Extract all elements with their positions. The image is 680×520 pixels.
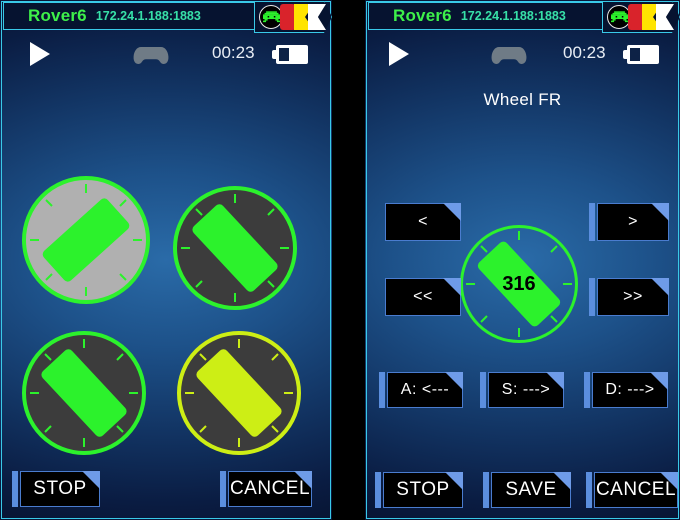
gamepad-icon xyxy=(491,47,527,64)
broker-address: 172.24.1.188:1883 xyxy=(460,9,566,23)
title-bar: Rover6 172.24.1.188:1883 xyxy=(368,1,680,33)
save-button[interactable]: SAVE xyxy=(483,472,571,508)
button-label: A: <--- xyxy=(400,381,450,398)
right-panel: Rover6 172.24.1.188:1883 00:23 Wheel FR … xyxy=(365,0,680,520)
button-bar xyxy=(379,372,385,408)
dial-value xyxy=(22,331,146,455)
step-back-button[interactable]: < xyxy=(385,203,461,241)
space-invader-logo-icon xyxy=(254,1,332,33)
dial-wheel-bl[interactable] xyxy=(22,331,146,455)
button-bar xyxy=(584,372,590,408)
broker-address: 172.24.1.188:1883 xyxy=(95,9,201,23)
button-label: SAVE xyxy=(505,479,557,500)
button-bar xyxy=(589,278,595,316)
space-invader-logo-icon xyxy=(602,1,680,33)
button-label: D: ---> xyxy=(605,381,655,398)
dial-value xyxy=(22,176,150,304)
title-bar: Rover6 172.24.1.188:1883 xyxy=(3,1,332,33)
jump-back-button[interactable]: << xyxy=(385,278,461,316)
button-label: << xyxy=(413,288,433,305)
key-d-button[interactable]: D: ---> xyxy=(584,372,668,408)
dial-wheel-fl[interactable] xyxy=(22,176,150,304)
device-name: Rover6 xyxy=(28,6,87,25)
session-clock: 00:23 xyxy=(212,43,255,62)
button-label: >> xyxy=(623,288,643,305)
button-bar xyxy=(220,471,226,507)
button-bar xyxy=(483,472,489,508)
device-name: Rover6 xyxy=(393,6,452,25)
app-screen: Rover6 172.24.1.188:1883 00:23 STOP CANC… xyxy=(0,0,680,520)
button-label: STOP xyxy=(33,478,87,499)
button-label: S: ---> xyxy=(501,381,551,398)
button-label: < xyxy=(418,213,428,230)
stop-button[interactable]: STOP xyxy=(12,471,100,507)
gamepad-icon xyxy=(133,47,169,64)
cancel-button[interactable]: CANCEL xyxy=(586,472,678,508)
dial-wheel-br[interactable] xyxy=(177,331,301,455)
key-s-button[interactable]: S: ---> xyxy=(480,372,564,408)
battery-icon xyxy=(272,45,308,64)
battery-icon xyxy=(623,45,659,64)
session-clock: 00:23 xyxy=(563,43,606,62)
status-bar: 00:23 xyxy=(365,34,680,72)
jump-forward-button[interactable]: >> xyxy=(589,278,669,316)
button-label: CANCEL xyxy=(595,479,677,500)
left-panel: Rover6 172.24.1.188:1883 00:23 STOP CANC… xyxy=(0,0,332,520)
key-a-button[interactable]: A: <--- xyxy=(379,372,463,408)
dial-value xyxy=(173,186,297,310)
button-label: CANCEL xyxy=(229,478,311,499)
button-label: > xyxy=(628,213,638,230)
dial-value: 316 xyxy=(502,272,536,295)
button-label: STOP xyxy=(396,479,450,500)
play-icon[interactable] xyxy=(30,42,50,66)
button-bar xyxy=(589,203,595,241)
step-forward-button[interactable]: > xyxy=(589,203,669,241)
dial-wheel-fr[interactable] xyxy=(173,186,297,310)
page-title: Wheel FR xyxy=(483,90,562,109)
button-bar xyxy=(375,472,381,508)
button-bar xyxy=(480,372,486,408)
stop-button[interactable]: STOP xyxy=(375,472,463,508)
button-bar xyxy=(586,472,592,508)
status-bar: 00:23 xyxy=(0,34,332,72)
dial-value xyxy=(177,331,301,455)
play-icon[interactable] xyxy=(389,42,409,66)
dial-wheel-fr-detail[interactable]: 316 xyxy=(460,225,578,343)
cancel-button[interactable]: CANCEL xyxy=(220,471,312,507)
button-bar xyxy=(12,471,18,507)
